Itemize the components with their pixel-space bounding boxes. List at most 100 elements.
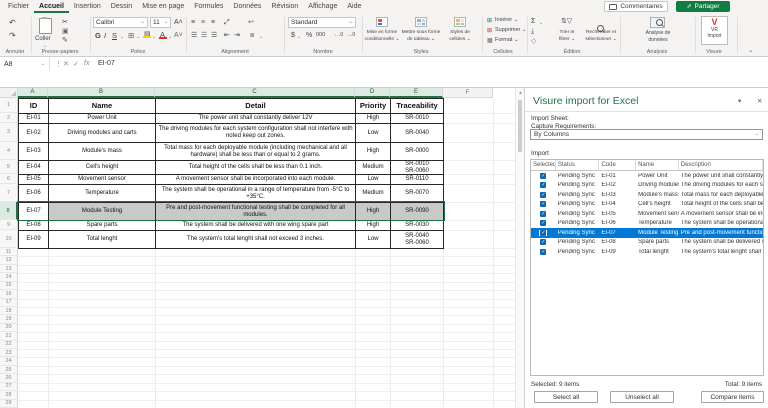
- column-header-B[interactable]: B: [48, 88, 155, 98]
- insert-cells-label[interactable]: Insérer ⌄: [495, 18, 518, 24]
- delete-cells-label[interactable]: Supprimer ⌄: [495, 28, 527, 34]
- decrease-indent-icon[interactable]: ⇤: [224, 32, 230, 39]
- bold-button[interactable]: G: [95, 32, 101, 40]
- cell-priority[interactable]: High: [356, 143, 391, 161]
- currency-chevron-icon[interactable]: ⌄: [297, 35, 301, 40]
- merge-center-icon[interactable]: ⧈: [250, 32, 254, 39]
- menu-tab-fichier[interactable]: Fichier: [3, 0, 34, 13]
- import-item-row[interactable]: ✓Pending SyncEI-09Total lenghtThe system…: [531, 247, 763, 257]
- font-name-select[interactable]: Calibri⌄: [93, 17, 148, 28]
- sort-filter-icon[interactable]: ⇅▽: [561, 18, 572, 25]
- cell-priority[interactable]: Medium: [356, 185, 391, 203]
- cell-detail[interactable]: The system shall be delivered with one w…: [156, 221, 356, 231]
- item-checkbox[interactable]: ✓: [531, 211, 556, 217]
- cell-traceability[interactable]: SR-0000: [391, 143, 444, 161]
- font-size-select[interactable]: 11⌄: [150, 17, 171, 28]
- decrease-decimal-icon[interactable]: →.0: [346, 33, 355, 38]
- row-header-12[interactable]: 12: [0, 256, 18, 264]
- item-checkbox[interactable]: ✓: [531, 220, 556, 226]
- conditional-formatting-label1[interactable]: Mise en forme: [367, 30, 397, 35]
- analyze-data-label2[interactable]: données: [648, 37, 667, 43]
- menu-tab-affichage[interactable]: Affichage: [303, 0, 342, 13]
- italic-button[interactable]: I: [104, 32, 106, 40]
- conditional-formatting-label2[interactable]: conditionnelle ⌄: [365, 37, 400, 42]
- row-header-5[interactable]: 5: [0, 160, 18, 174]
- row-header-25[interactable]: 25: [0, 366, 18, 374]
- item-checkbox[interactable]: ✓: [531, 239, 556, 245]
- import-item-row[interactable]: ✓Pending SyncEI-03Module's massTotal mas…: [531, 190, 763, 200]
- cell-name[interactable]: Total lenght: [49, 231, 156, 249]
- collapse-ribbon-icon[interactable]: ⌄: [748, 47, 754, 54]
- cell-priority[interactable]: Low: [356, 124, 391, 143]
- compare-items-button[interactable]: Compare items: [701, 391, 764, 403]
- item-checkbox[interactable]: ✓: [531, 201, 556, 207]
- align-bottom-icon[interactable]: ≡: [211, 19, 215, 26]
- increase-decimal-icon[interactable]: ←.0: [334, 33, 343, 38]
- cell-traceability[interactable]: SR-0010SR-0060: [391, 161, 444, 175]
- row-header-27[interactable]: 27: [0, 383, 18, 391]
- row-header-9[interactable]: 9: [0, 220, 18, 230]
- row-header-19[interactable]: 19: [0, 315, 18, 323]
- cut-icon[interactable]: ✂: [62, 19, 68, 26]
- name-box[interactable]: A8 ⌄: [0, 57, 50, 71]
- confirm-entry-icon[interactable]: ✓: [73, 60, 79, 68]
- find-select-label1[interactable]: Rechercher et: [586, 30, 616, 35]
- align-top-icon[interactable]: ≡: [191, 19, 195, 26]
- menu-tab-dessin[interactable]: Dessin: [106, 0, 137, 13]
- paste-icon[interactable]: [39, 18, 52, 34]
- import-item-row[interactable]: ✓Pending SyncEI-07Module TestingPre and …: [531, 228, 763, 238]
- row-header-4[interactable]: 4: [0, 142, 18, 160]
- align-left-icon[interactable]: ☰: [191, 32, 197, 39]
- table-row[interactable]: EI-05Movement sensorA movement sensor sh…: [19, 175, 444, 185]
- row-header-11[interactable]: 11: [0, 248, 18, 256]
- cell-detail[interactable]: Total height of the cells shall be less …: [156, 161, 356, 175]
- cell-name[interactable]: Module Testing: [49, 203, 156, 221]
- undo-icon[interactable]: ↶: [9, 19, 16, 27]
- import-item-row[interactable]: ✓Pending SyncEI-04Cell's heightTotal hei…: [531, 200, 763, 210]
- cell-detail[interactable]: The system's total lenght shall not exce…: [156, 231, 356, 249]
- cell-name[interactable]: Movement sensor: [49, 175, 156, 185]
- menu-tab-formules[interactable]: Formules: [189, 0, 228, 13]
- cell-name[interactable]: Power Unit: [49, 114, 156, 124]
- redo-icon[interactable]: ↷: [9, 32, 16, 40]
- import-item-row[interactable]: ✓Pending SyncEI-08Spare partsThe system …: [531, 238, 763, 248]
- row-header-29[interactable]: 29: [0, 400, 18, 408]
- cell-priority[interactable]: Medium: [356, 161, 391, 175]
- import-items-table[interactable]: SelectedStatusCodeNameDescription ✓Pendi…: [530, 159, 764, 376]
- cell-priority[interactable]: High: [356, 203, 391, 221]
- autosum-chevron-icon[interactable]: ⌄: [539, 21, 543, 26]
- cell-styles-label1[interactable]: Styles de: [450, 30, 470, 35]
- row-header-21[interactable]: 21: [0, 332, 18, 340]
- analyze-data-label1[interactable]: Analyse de: [646, 30, 671, 36]
- cell-priority[interactable]: Low: [356, 175, 391, 185]
- sheet-grid[interactable]: ABCDEF 123456789101112131415161718192021…: [0, 88, 515, 408]
- menu-tab-insertion[interactable]: Insertion: [69, 0, 106, 13]
- cell-priority[interactable]: High: [356, 114, 391, 124]
- fill-color-chevron-icon[interactable]: ⌄: [152, 35, 156, 40]
- table-row[interactable]: EI-03Module's massTotal mass for each de…: [19, 143, 444, 161]
- font-color-icon[interactable]: A: [160, 31, 165, 39]
- table-row[interactable]: EI-09Total lenghtThe system's total leng…: [19, 231, 444, 249]
- menu-tab-révision[interactable]: Révision: [266, 0, 303, 13]
- table-row[interactable]: EI-01Power UnitThe power unit shall cons…: [19, 114, 444, 124]
- row-header-23[interactable]: 23: [0, 349, 18, 357]
- row-header-14[interactable]: 14: [0, 273, 18, 281]
- number-format-select[interactable]: Standard⌄: [288, 17, 356, 28]
- row-header-16[interactable]: 16: [0, 290, 18, 298]
- cell-name[interactable]: Cell's height: [49, 161, 156, 175]
- align-middle-icon[interactable]: ≡: [201, 19, 205, 26]
- row-header-6[interactable]: 6: [0, 174, 18, 184]
- merge-chevron-icon[interactable]: ⌄: [259, 35, 263, 40]
- orientation-icon[interactable]: ⤢: [224, 19, 230, 26]
- insert-cells-icon[interactable]: ⊞: [487, 18, 492, 24]
- row-header-1[interactable]: 1: [0, 98, 18, 113]
- capture-mode-select[interactable]: By Columns ⌄: [530, 129, 763, 140]
- borders-icon[interactable]: ⊞: [128, 32, 134, 40]
- cell-styles-label2[interactable]: cellules ⌄: [449, 37, 470, 42]
- row-header-20[interactable]: 20: [0, 324, 18, 332]
- item-checkbox[interactable]: ✓: [531, 192, 556, 198]
- cell-priority[interactable]: Low: [356, 231, 391, 249]
- cell-id[interactable]: EI-03: [19, 143, 49, 161]
- cell-traceability[interactable]: SR-0040SR-0060: [391, 231, 444, 249]
- align-center-icon[interactable]: ☰: [201, 32, 207, 39]
